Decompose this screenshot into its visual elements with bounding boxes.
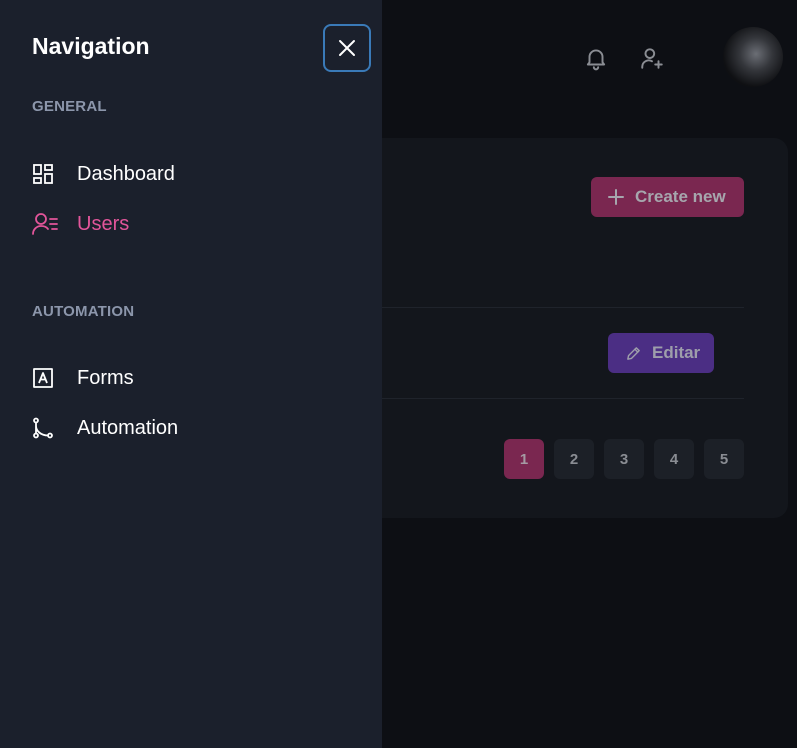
forms-icon [32, 365, 58, 391]
nav-item-label: Users [77, 212, 130, 235]
app: Create new Editar 1 2 3 4 5 Navigation G… [0, 0, 797, 748]
drawer-title: Navigation [32, 33, 150, 59]
page-button-4[interactable]: 4 [654, 439, 694, 479]
add-user-button[interactable] [636, 42, 668, 74]
close-icon [339, 40, 355, 56]
dashboard-icon [32, 161, 58, 187]
page-button-1[interactable]: 1 [504, 439, 544, 479]
avatar[interactable] [723, 27, 783, 87]
nav-item-label: Forms [77, 366, 134, 389]
nav-item-label: Dashboard [77, 162, 175, 185]
user-plus-icon [641, 48, 663, 69]
close-drawer-button[interactable] [323, 24, 371, 72]
page-button-5[interactable]: 5 [704, 439, 744, 479]
nav-item-dashboard[interactable]: Dashboard [32, 159, 332, 189]
bell-icon [586, 49, 606, 71]
edit-button[interactable]: Editar [608, 333, 714, 373]
section-label-general: GENERAL [32, 98, 107, 115]
edit-label: Editar [652, 343, 701, 362]
create-new-button[interactable]: Create new [591, 177, 744, 217]
navigation-drawer: Navigation GENERAL Dashboard Users AUTOM… [0, 0, 382, 748]
plus-icon [607, 188, 625, 206]
divider [382, 398, 744, 399]
pagination: 1 2 3 4 5 [504, 439, 744, 479]
nav-item-label: Automation [77, 416, 179, 439]
page-button-2[interactable]: 2 [554, 439, 594, 479]
notifications-button[interactable] [580, 42, 612, 74]
nav-item-forms[interactable]: Forms [32, 363, 332, 393]
section-label-automation: AUTOMATION [32, 303, 135, 320]
nav-item-automation[interactable]: Automation [32, 413, 332, 443]
users-list-icon [32, 211, 58, 237]
pencil-icon [625, 345, 642, 362]
nav-item-users[interactable]: Users [32, 209, 332, 239]
create-new-label: Create new [635, 187, 726, 206]
branch-icon [32, 415, 58, 441]
page-button-3[interactable]: 3 [604, 439, 644, 479]
divider [382, 307, 744, 308]
